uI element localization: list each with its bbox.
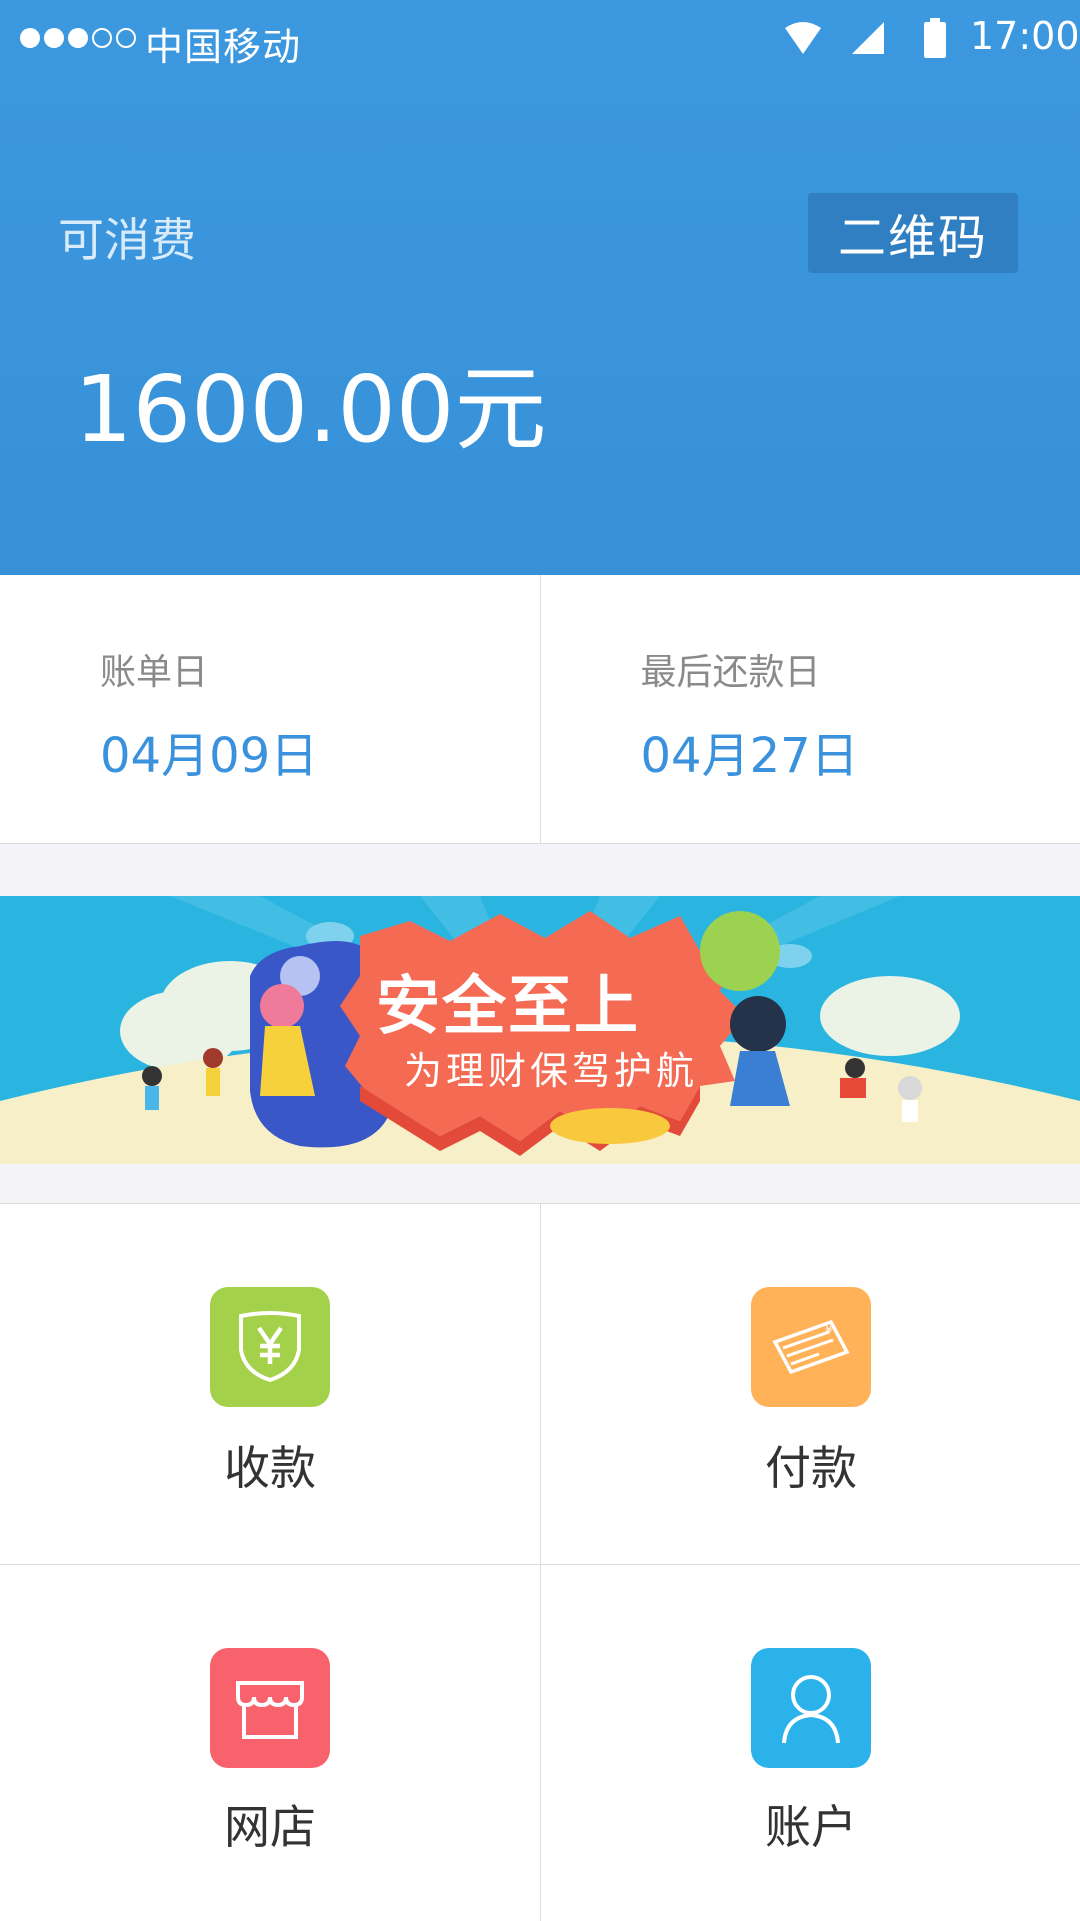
battery-icon <box>922 18 948 58</box>
signal-dot <box>44 28 64 48</box>
clock: 17:00 <box>970 14 1080 58</box>
signal-dot <box>116 28 136 48</box>
due-date-cell: 最后还款日 04月27日 <box>540 575 1080 843</box>
signal-dot <box>68 28 88 48</box>
available-balance-label: 可消费 <box>58 204 196 270</box>
signal-dot <box>92 28 112 48</box>
available-balance-amount: 1600.00元 <box>74 335 546 468</box>
account-header: 中国移动 17:00 可消费 二维码 1600.00元 <box>0 0 1080 575</box>
signal-strength-dots <box>20 25 136 51</box>
cellular-signal-icon <box>850 20 886 56</box>
due-date-value: 04月27日 <box>641 716 859 786</box>
signal-dot <box>20 28 40 48</box>
tile-pay-label: 付款 <box>541 1432 1080 1498</box>
bill-date-cell: 账单日 04月09日 <box>0 575 540 843</box>
tile-shop[interactable]: 网店 <box>0 1565 540 1921</box>
bill-date-label: 账单日 <box>100 643 208 695</box>
banner-title: 安全至上 <box>376 955 640 1047</box>
qr-code-button[interactable]: 二维码 <box>808 193 1018 273</box>
wifi-icon <box>783 20 823 56</box>
yen-shield-icon <box>210 1287 330 1407</box>
bill-date-value: 04月09日 <box>100 716 318 786</box>
svg-text:¥: ¥ <box>825 1323 833 1337</box>
banknote-icon: ¥ <box>751 1287 871 1407</box>
tile-account[interactable]: 账户 <box>540 1565 1080 1921</box>
user-icon <box>751 1648 871 1768</box>
due-date-label: 最后还款日 <box>641 643 821 695</box>
function-grid: 收款 ¥ 付款 网店 账户 <box>0 1203 1080 1921</box>
tile-shop-label: 网店 <box>0 1791 540 1857</box>
tile-account-label: 账户 <box>541 1791 1080 1857</box>
tile-pay[interactable]: ¥ 付款 <box>540 1204 1080 1565</box>
billing-dates: 账单日 04月09日 最后还款日 04月27日 <box>0 575 1080 844</box>
tile-receive-label: 收款 <box>0 1432 540 1498</box>
banner-subtitle: 为理财保驾护航 <box>404 1040 698 1095</box>
status-bar: 中国移动 17:00 <box>0 0 1080 80</box>
carrier-name: 中国移动 <box>145 16 301 71</box>
tile-receive[interactable]: 收款 <box>0 1204 540 1565</box>
shop-icon <box>210 1648 330 1768</box>
